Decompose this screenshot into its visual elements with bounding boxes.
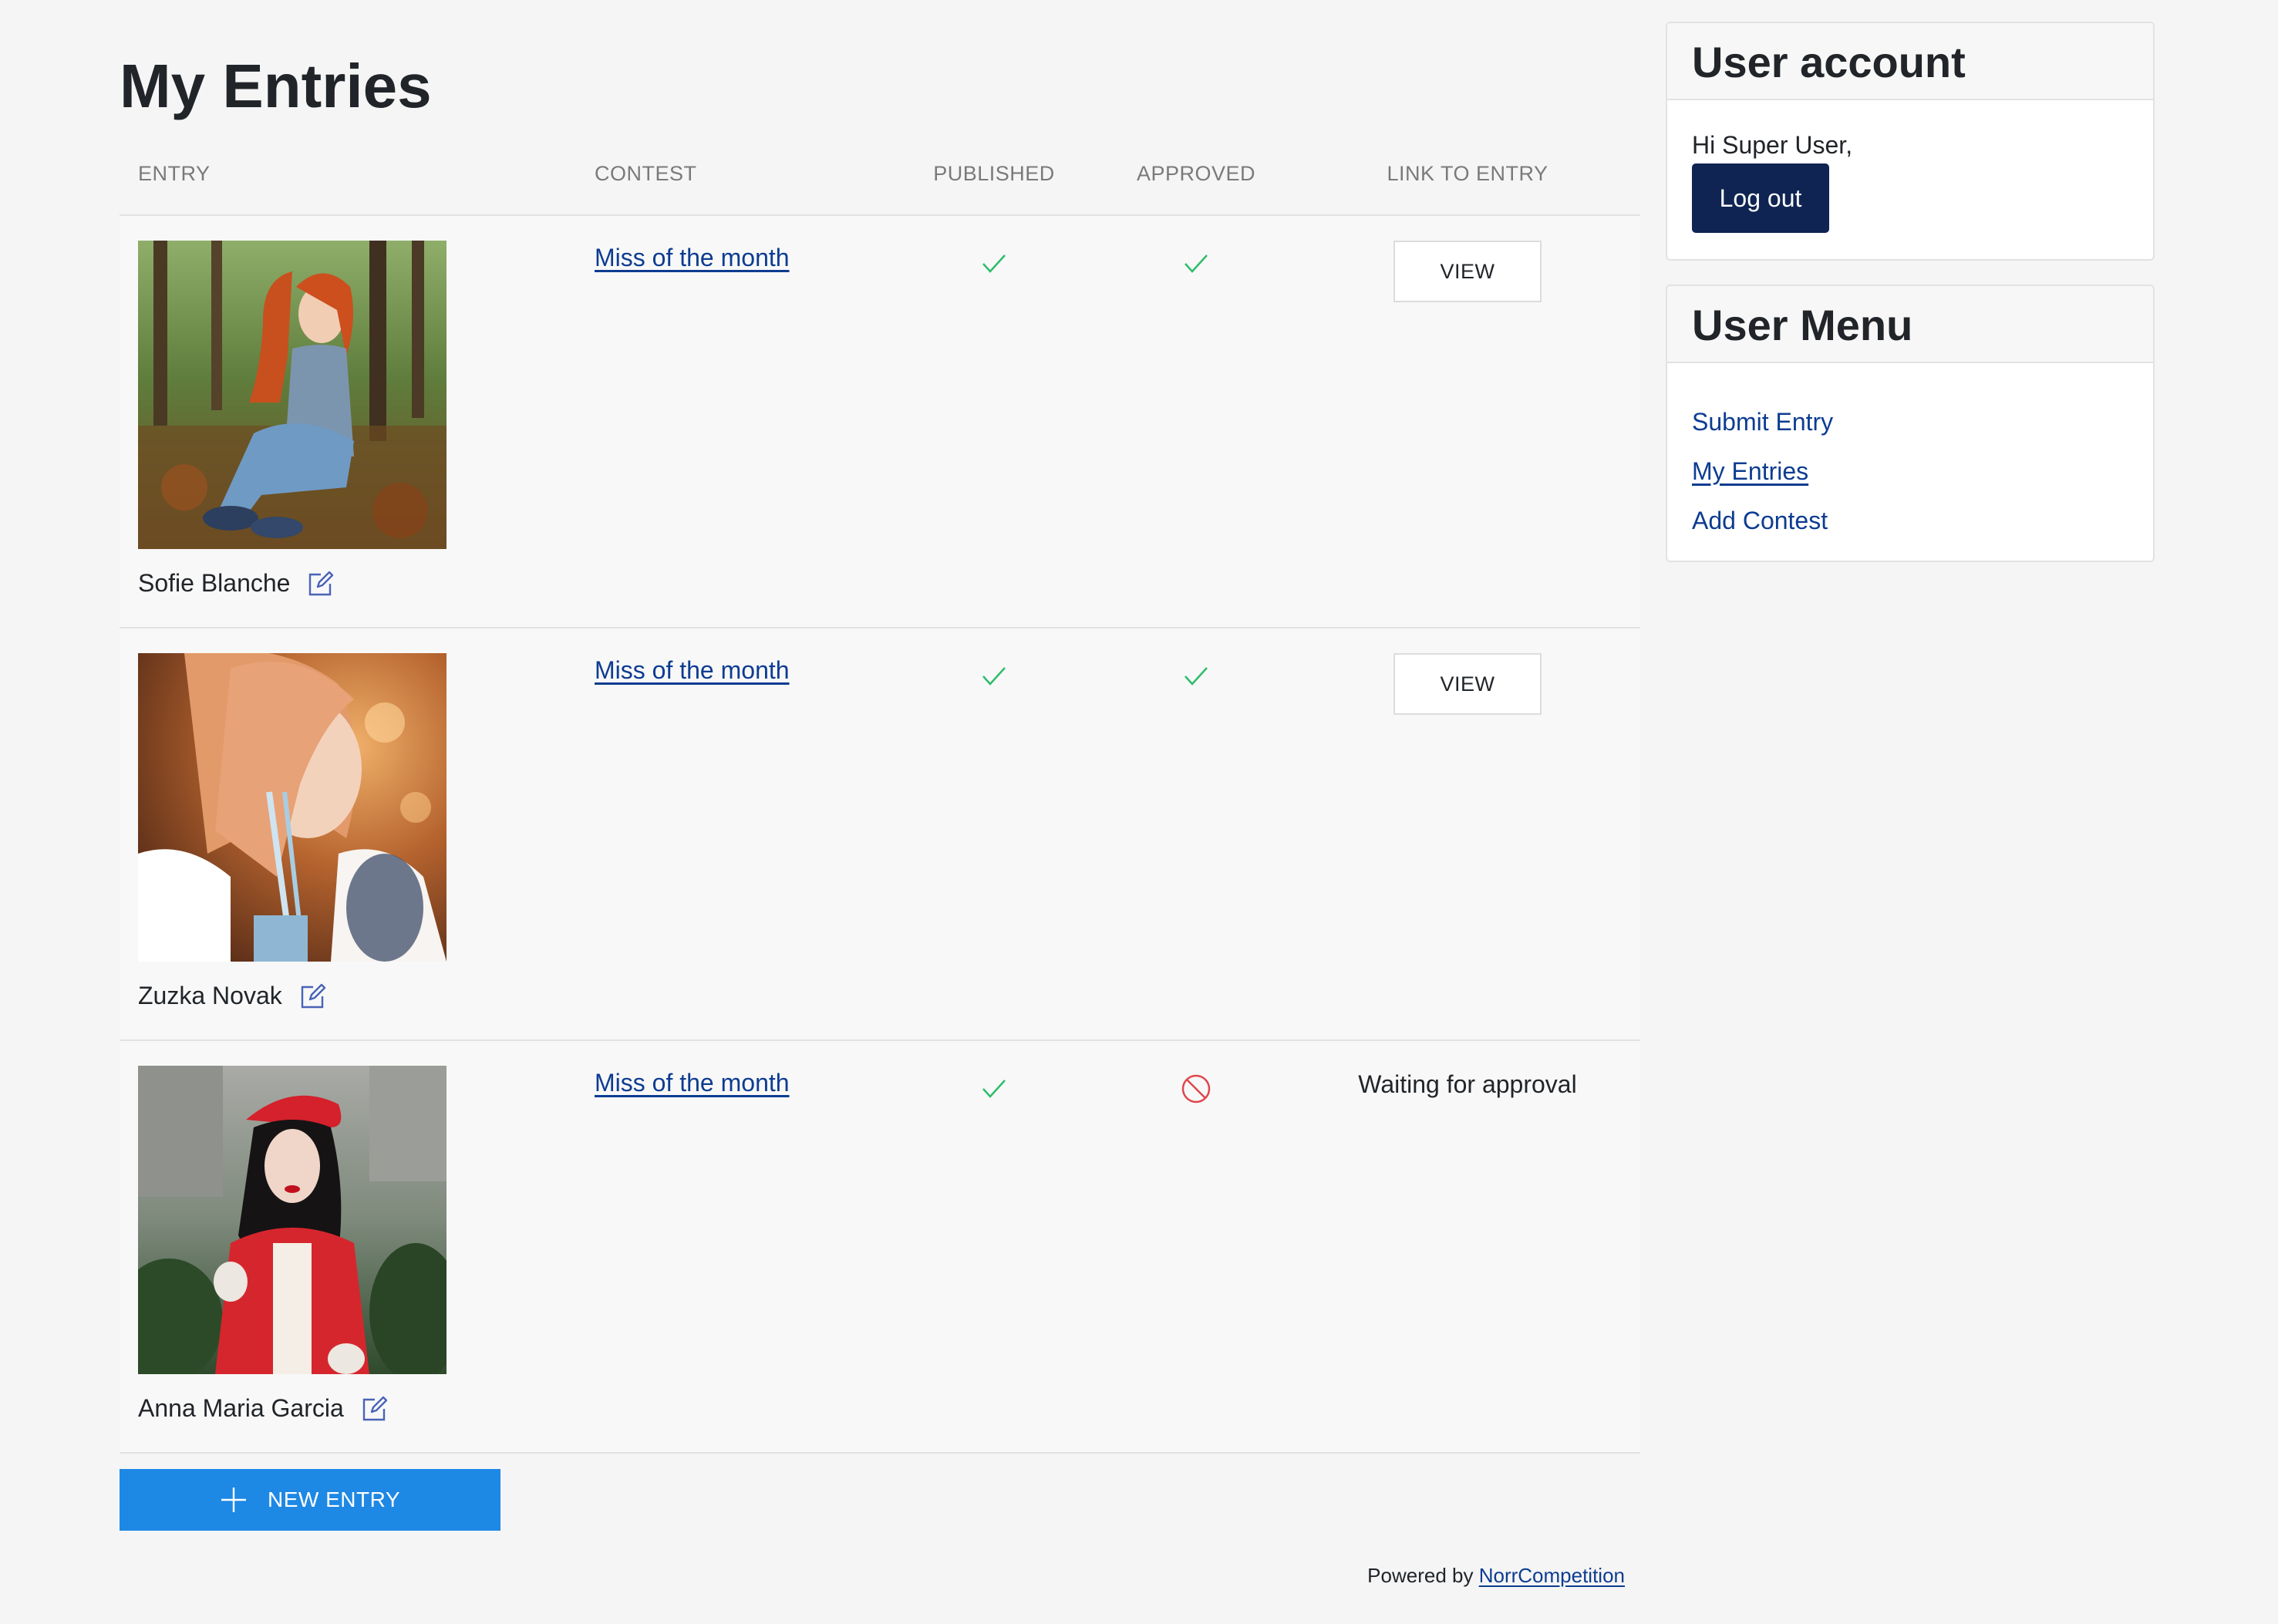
entries-table: ENTRY CONTEST PUBLISHED APPROVED LINK TO… bbox=[120, 139, 1640, 1454]
table-row: Anna Maria Garcia Miss of the month Wait… bbox=[120, 1041, 1640, 1454]
contest-link[interactable]: Miss of the month bbox=[595, 244, 790, 272]
check-icon bbox=[1184, 667, 1208, 686]
published-status bbox=[971, 1072, 1017, 1106]
user-account-title: User account bbox=[1667, 23, 2153, 100]
view-entry-button[interactable]: VIEW bbox=[1393, 653, 1542, 715]
logout-button[interactable]: Log out bbox=[1692, 163, 1829, 233]
column-header-link: LINK TO ENTRY bbox=[1387, 162, 1548, 185]
entry-name: Anna Maria Garcia bbox=[138, 1394, 389, 1423]
table-header: ENTRY CONTEST PUBLISHED APPROVED LINK TO… bbox=[120, 139, 1640, 216]
column-header-approved: APPROVED bbox=[1136, 162, 1256, 185]
menu-item-add-contest[interactable]: Add Contest bbox=[1692, 496, 2128, 545]
ban-icon bbox=[1181, 1074, 1211, 1103]
menu-item-submit-entry[interactable]: Submit Entry bbox=[1692, 397, 2128, 446]
entry-photo[interactable] bbox=[138, 653, 447, 962]
edit-icon[interactable] bbox=[307, 570, 335, 598]
approved-status bbox=[1173, 247, 1219, 281]
table-row: Sofie Blanche Miss of the month VIEW bbox=[120, 216, 1640, 628]
entry-photo[interactable] bbox=[138, 1066, 447, 1374]
entry-name: Sofie Blanche bbox=[138, 569, 335, 598]
approved-status bbox=[1173, 1072, 1219, 1106]
contest-link[interactable]: Miss of the month bbox=[595, 1069, 790, 1097]
new-entry-label: NEW ENTRY bbox=[268, 1488, 400, 1511]
page-title: My Entries bbox=[120, 52, 432, 120]
user-greeting: Hi Super User, bbox=[1692, 131, 1853, 159]
view-entry-button[interactable]: VIEW bbox=[1393, 241, 1542, 302]
column-header-entry: ENTRY bbox=[138, 162, 211, 185]
column-header-contest: CONTEST bbox=[595, 162, 697, 185]
check-icon bbox=[982, 667, 1006, 686]
new-entry-button[interactable]: NEW ENTRY bbox=[120, 1469, 500, 1531]
edit-icon[interactable] bbox=[361, 1395, 389, 1423]
user-menu-card: User Menu Submit Entry My Entries Add Co… bbox=[1666, 285, 2155, 562]
user-account-card: User account Hi Super User, Log out bbox=[1666, 22, 2155, 261]
norrcompetition-link[interactable]: NorrCompetition bbox=[1479, 1564, 1625, 1587]
approval-status-text: Waiting for approval bbox=[1358, 1070, 1577, 1098]
approved-status bbox=[1173, 659, 1219, 693]
entry-name: Zuzka Novak bbox=[138, 982, 327, 1010]
contest-link[interactable]: Miss of the month bbox=[595, 656, 790, 685]
published-status bbox=[971, 659, 1017, 693]
check-icon bbox=[982, 1080, 1006, 1098]
check-icon bbox=[982, 254, 1006, 273]
menu-item-my-entries[interactable]: My Entries bbox=[1692, 446, 2128, 496]
footer-powered-by: Powered by NorrCompetition bbox=[1367, 1564, 1625, 1587]
edit-icon[interactable] bbox=[299, 982, 327, 1010]
plus-icon bbox=[221, 1488, 246, 1512]
entry-photo[interactable] bbox=[138, 241, 447, 549]
published-status bbox=[971, 247, 1017, 281]
check-icon bbox=[1184, 254, 1208, 273]
table-row: Zuzka Novak Miss of the month VIEW bbox=[120, 628, 1640, 1041]
user-menu-title: User Menu bbox=[1667, 286, 2153, 363]
